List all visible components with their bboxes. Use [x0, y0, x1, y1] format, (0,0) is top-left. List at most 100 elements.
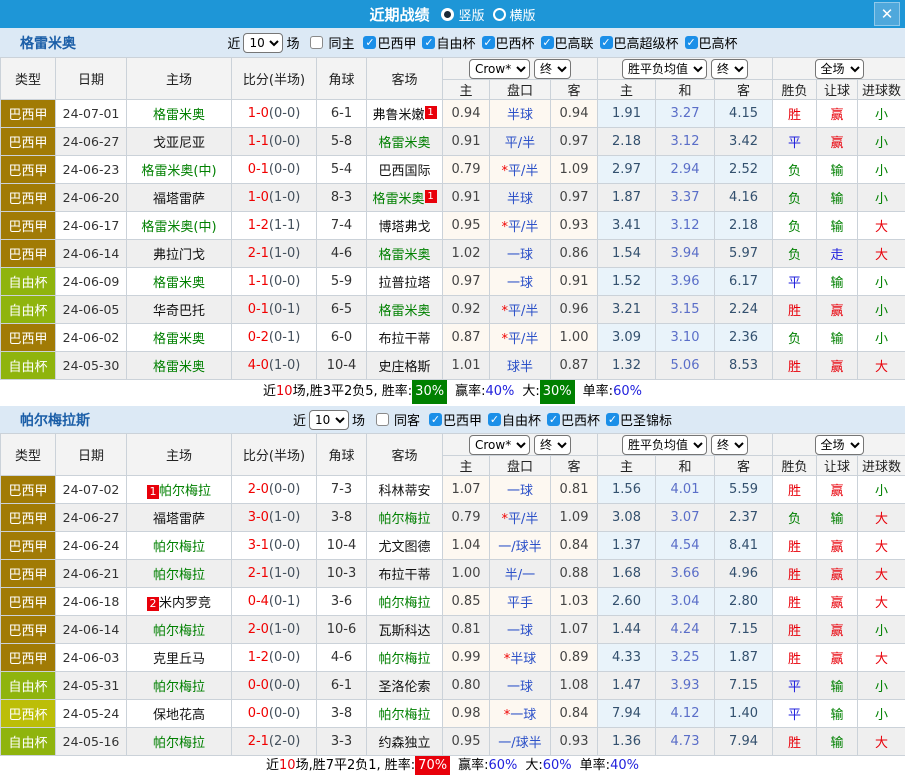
- avg-odds-select[interactable]: 胜平负均值: [622, 435, 707, 455]
- same-away-label[interactable]: 同客: [394, 410, 420, 429]
- col-avg-away: 客: [715, 80, 773, 100]
- score-cell: 2-1(1-0): [232, 560, 317, 588]
- date-cell: 24-06-17: [56, 212, 127, 240]
- team1-filter-bar: 格雷米奥 近 10 场 同主 巴西甲自由杯巴西杯巴高联巴高超级杯巴高杯: [0, 28, 905, 57]
- checkbox-checked-icon[interactable]: [606, 413, 619, 426]
- avg-draw-cell: 3.10: [656, 324, 715, 352]
- col-avg-home: 主: [598, 80, 656, 100]
- league-checkbox[interactable]: 巴西杯: [547, 410, 600, 429]
- summary-lead: 近: [266, 758, 279, 773]
- scope-select[interactable]: 全场: [815, 435, 864, 455]
- checkbox-checked-icon[interactable]: [363, 36, 376, 49]
- checkbox-checked-icon[interactable]: [488, 413, 501, 426]
- handicap-cell: 半球: [490, 184, 551, 212]
- final-odds-select[interactable]: 终: [534, 59, 571, 79]
- games-label: 场: [286, 33, 299, 52]
- league-checkbox[interactable]: 巴高超级杯: [600, 33, 679, 52]
- league-checkbox[interactable]: 巴西杯: [482, 33, 535, 52]
- avg-draw-cell: 3.66: [656, 560, 715, 588]
- home-odds-cell: 0.79: [443, 504, 490, 532]
- avg-odds-select[interactable]: 胜平负均值: [622, 59, 707, 79]
- close-icon[interactable]: ✕: [874, 2, 900, 26]
- date-cell: 24-06-02: [56, 324, 127, 352]
- score-cell: 1-2(0-0): [232, 644, 317, 672]
- league-checkbox[interactable]: 巴高杯: [685, 33, 738, 52]
- horizontal-radio-label[interactable]: 横版: [510, 5, 536, 24]
- team1-name: 格雷米奥: [20, 33, 76, 53]
- horizontal-radio-icon[interactable]: [493, 8, 506, 21]
- league-type-cell: 巴西甲: [1, 644, 56, 672]
- final-avg-select[interactable]: 终: [711, 435, 748, 455]
- away-odds-cell: 0.88: [551, 560, 598, 588]
- handicap-cell: 一/球半: [490, 728, 551, 756]
- handicap-result-cell: 赢: [817, 560, 858, 588]
- away-team-cell: 帕尔梅拉: [367, 644, 443, 672]
- result-cell: 胜: [773, 728, 817, 756]
- col-corner: 角球: [317, 434, 367, 476]
- checkbox-checked-icon[interactable]: [422, 36, 435, 49]
- corner-cell: 3-3: [317, 728, 367, 756]
- games-count-select[interactable]: 10: [243, 33, 283, 53]
- bookmaker-select[interactable]: Crow*: [469, 435, 530, 455]
- date-cell: 24-07-02: [56, 476, 127, 504]
- col-goals: 进球数: [858, 456, 905, 476]
- single-rate-label: 单率:: [580, 758, 610, 773]
- vertical-radio-label[interactable]: 竖版: [458, 5, 484, 24]
- home-team-cell: 格雷米奥: [127, 268, 232, 296]
- avg-away-cell: 1.40: [715, 700, 773, 728]
- corner-cell: 10-4: [317, 532, 367, 560]
- recent-results-panel: 近期战绩 竖版 横版 ✕ 格雷米奥 近 10 场 同主 巴西甲自由杯巴西杯巴高联…: [0, 0, 905, 776]
- home-odds-cell: 0.92: [443, 296, 490, 324]
- scope-select[interactable]: 全场: [815, 59, 864, 79]
- away-team-cell: 巴西国际: [367, 156, 443, 184]
- corner-cell: 3-8: [317, 700, 367, 728]
- same-home-checkbox[interactable]: [310, 36, 323, 49]
- away-odds-cell: 1.08: [551, 672, 598, 700]
- goals-cell: 小: [858, 616, 905, 644]
- goals-cell: 小: [858, 128, 905, 156]
- checkbox-checked-icon[interactable]: [541, 36, 554, 49]
- home-odds-cell: 1.02: [443, 240, 490, 268]
- result-cell: 胜: [773, 476, 817, 504]
- league-checkbox[interactable]: 巴圣锦标: [606, 410, 672, 429]
- same-home-label[interactable]: 同主: [328, 33, 354, 52]
- league-checkbox[interactable]: 巴西甲: [363, 33, 416, 52]
- same-away-checkbox[interactable]: [376, 413, 389, 426]
- single-rate-value: 60%: [613, 380, 642, 404]
- handicap-cell: *平/半: [490, 324, 551, 352]
- team2-summary: 近10场,胜7平2负1, 胜率:70%赢率:60%大:60%单率:40%: [0, 756, 905, 776]
- league-label: 巴西甲: [377, 33, 416, 52]
- table-header: 类型 日期 主场 比分(半场) 角球 客场 Crow*终 胜平负均值终 全场 主…: [1, 434, 905, 476]
- games-count-select[interactable]: 10: [309, 410, 349, 430]
- over-rate-value: 60%: [543, 756, 572, 775]
- goals-cell: 小: [858, 700, 905, 728]
- checkbox-checked-icon[interactable]: [482, 36, 495, 49]
- away-team-cell: 布拉干蒂: [367, 560, 443, 588]
- checkbox-checked-icon[interactable]: [547, 413, 560, 426]
- league-checkbox[interactable]: 巴高联: [541, 33, 594, 52]
- away-odds-cell: 1.00: [551, 324, 598, 352]
- result-cell: 胜: [773, 296, 817, 324]
- handicap-rate-value: 40%: [485, 380, 514, 404]
- league-checkbox[interactable]: 自由杯: [488, 410, 541, 429]
- final-avg-select[interactable]: 终: [711, 59, 748, 79]
- handicap-cell: 一球: [490, 268, 551, 296]
- vertical-radio-icon[interactable]: [441, 8, 454, 21]
- avg-away-cell: 5.97: [715, 240, 773, 268]
- league-checkbox[interactable]: 巴西甲: [429, 410, 482, 429]
- col-away: 客场: [367, 434, 443, 476]
- date-cell: 24-06-14: [56, 616, 127, 644]
- bookmaker-select[interactable]: Crow*: [469, 59, 530, 79]
- avg-draw-cell: 5.06: [656, 352, 715, 380]
- league-type-cell: 自由杯: [1, 268, 56, 296]
- score-cell: 0-0(0-0): [232, 700, 317, 728]
- checkbox-checked-icon[interactable]: [685, 36, 698, 49]
- league-type-cell: 巴西甲: [1, 560, 56, 588]
- league-checkbox[interactable]: 自由杯: [422, 33, 475, 52]
- checkbox-checked-icon[interactable]: [600, 36, 613, 49]
- final-odds-select[interactable]: 终: [534, 435, 571, 455]
- away-team-cell: 格雷米奥: [367, 128, 443, 156]
- away-odds-cell: 0.93: [551, 728, 598, 756]
- checkbox-checked-icon[interactable]: [429, 413, 442, 426]
- goals-cell: 小: [858, 268, 905, 296]
